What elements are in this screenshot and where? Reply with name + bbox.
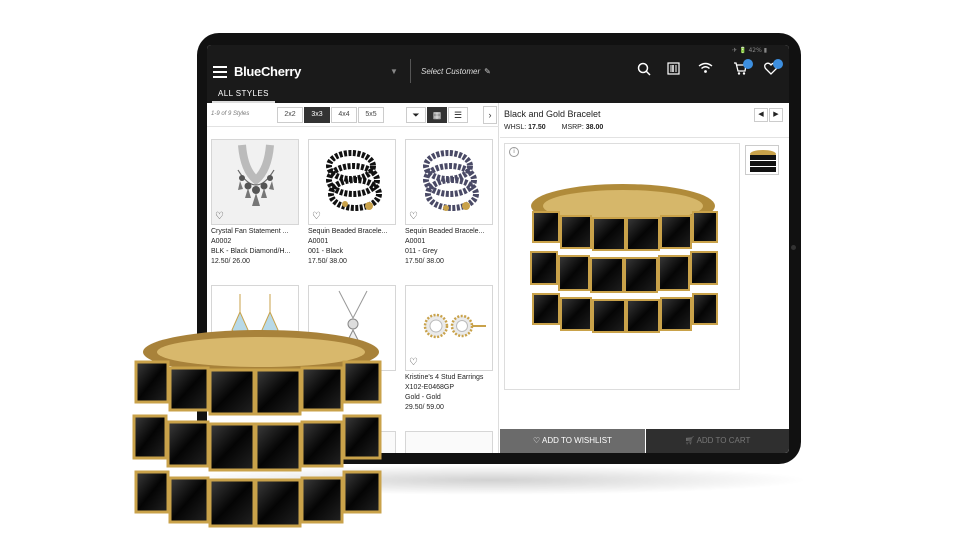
bracelet-image xyxy=(530,184,718,333)
product-name: Crystal Fan Statement ... xyxy=(211,228,289,235)
barcode-icon[interactable] xyxy=(667,62,680,78)
style-count: 1-9 of 9 Styles xyxy=(211,111,250,117)
product-price: 17.50/ 38.00 xyxy=(308,258,347,265)
cart-label: ADD TO CART xyxy=(696,436,751,445)
product-style: A0002 xyxy=(211,238,232,245)
main-product-image: i xyxy=(504,143,740,390)
alt-image-thumbnail[interactable] xyxy=(745,145,779,175)
product-name: Sequin Beaded Bracele... xyxy=(308,228,388,235)
prev-product-button[interactable]: ◀ xyxy=(754,108,768,122)
grid-3x3-button[interactable]: 3x3 xyxy=(304,107,330,123)
search-icon[interactable] xyxy=(637,62,651,79)
add-to-cart-button[interactable]: 🛒︎ ADD TO CART xyxy=(646,429,789,453)
product-price: 12.50/ 26.00 xyxy=(211,258,250,265)
grid-2x2-button[interactable]: 2x2 xyxy=(277,107,303,123)
view-controls: ⏷ ▦ ☰ xyxy=(406,107,469,123)
wishlist-label: ADD TO WISHLIST xyxy=(542,436,612,445)
grid-toolbar: 1-9 of 9 Styles 2x2 3x3 4x4 5x5 ⏷ ▦ ☰ › xyxy=(207,103,499,127)
product-name: Kristine's 4 Stud Earrings xyxy=(405,374,484,381)
product-card[interactable]: ♡ Crystal Fan Statement ... A0002 BLK - … xyxy=(211,139,299,267)
product-style: X102-E0468GP xyxy=(405,384,455,391)
menu-icon[interactable] xyxy=(213,66,227,78)
product-price: 17.50/ 38.00 xyxy=(405,258,444,265)
heart-icon[interactable]: ♡ xyxy=(409,357,418,368)
product-name: Sequin Beaded Bracele... xyxy=(405,228,485,235)
product-color: 011 - Grey xyxy=(405,248,438,255)
detail-nav: ◀ ▶ xyxy=(753,108,783,122)
brand-logo: BlueCherry xyxy=(234,64,302,79)
list-view-icon[interactable]: ☰ xyxy=(448,107,468,123)
detail-prices: WHSL: 17.50 MSRP: 38.00 xyxy=(504,124,603,131)
detail-divider xyxy=(500,137,789,138)
product-card[interactable]: ♡ Sequin Beaded Bracele... A0001 001 - B… xyxy=(308,139,396,267)
grid-4x4-button[interactable]: 4x4 xyxy=(331,107,357,123)
chevron-down-icon[interactable]: ▼ xyxy=(390,67,398,76)
cart-icon: 🛒︎ xyxy=(684,436,697,445)
msrp-value: 38.00 xyxy=(585,124,604,131)
heart-icon[interactable]: ♡ xyxy=(312,211,321,222)
detail-product-name: Black and Gold Bracelet xyxy=(504,109,601,119)
wifi-icon xyxy=(698,62,713,77)
next-product-button[interactable]: ▶ xyxy=(769,108,783,122)
grid-size-selector: 2x2 3x3 4x4 5x5 xyxy=(277,107,385,123)
heart-icon[interactable]: ♡ xyxy=(409,211,418,222)
product-card[interactable]: ♡ Kristine's 4 Stud Earrings X102-E0468G… xyxy=(405,285,493,413)
product-thumbnail: ♡ xyxy=(211,139,299,225)
app-header: ✈ 🔋 42% ▮ BlueCherry ▼ Select Customer✎ xyxy=(207,45,789,103)
product-style: A0001 xyxy=(308,238,329,245)
grid-view-icon[interactable]: ▦ xyxy=(427,107,447,123)
header-divider xyxy=(410,59,411,83)
product-thumbnail: ♡ xyxy=(405,139,493,225)
product-color: BLK - Black Diamond/H... xyxy=(211,248,291,255)
product-style: A0001 xyxy=(405,238,426,245)
customer-label: Select Customer xyxy=(421,67,481,76)
tab-all-styles[interactable]: ALL STYLES xyxy=(212,89,275,103)
tablet-camera xyxy=(791,245,796,250)
product-card[interactable]: ♡ Sequin Beaded Bracele... A0001 011 - G… xyxy=(405,139,493,267)
product-card[interactable] xyxy=(405,431,493,453)
product-thumbnail: ♡ xyxy=(308,139,396,225)
whsl-value: 17.50 xyxy=(528,124,546,131)
heart-icon[interactable]: ♡ xyxy=(215,211,224,222)
wishlist-badge xyxy=(773,59,783,69)
grid-5x5-button[interactable]: 5x5 xyxy=(358,107,384,123)
filter-icon[interactable]: ⏷ xyxy=(406,107,426,123)
select-customer-button[interactable]: Select Customer ✎ xyxy=(421,67,491,76)
whsl-label: WHSL: xyxy=(504,124,527,131)
product-thumbnail: ♡ xyxy=(405,285,493,371)
msrp-label: MSRP: xyxy=(561,124,584,131)
chevron-right-icon[interactable]: › xyxy=(483,106,497,124)
status-bar: ✈ 🔋 42% ▮ xyxy=(732,47,767,54)
product-price: 29.50/ 59.00 xyxy=(405,404,444,411)
pencil-icon: ✎ xyxy=(484,67,491,76)
heart-icon: ♡ xyxy=(533,436,542,445)
product-detail-panel: Black and Gold Bracelet WHSL: 17.50 MSRP… xyxy=(500,103,789,453)
cart-badge xyxy=(743,59,753,69)
product-color: 001 - Black xyxy=(308,248,344,255)
product-thumbnail xyxy=(405,431,493,453)
featured-bracelet-image xyxy=(132,330,382,528)
add-to-wishlist-button[interactable]: ♡ ADD TO WISHLIST xyxy=(500,429,645,453)
product-color: Gold - Gold xyxy=(405,394,441,401)
